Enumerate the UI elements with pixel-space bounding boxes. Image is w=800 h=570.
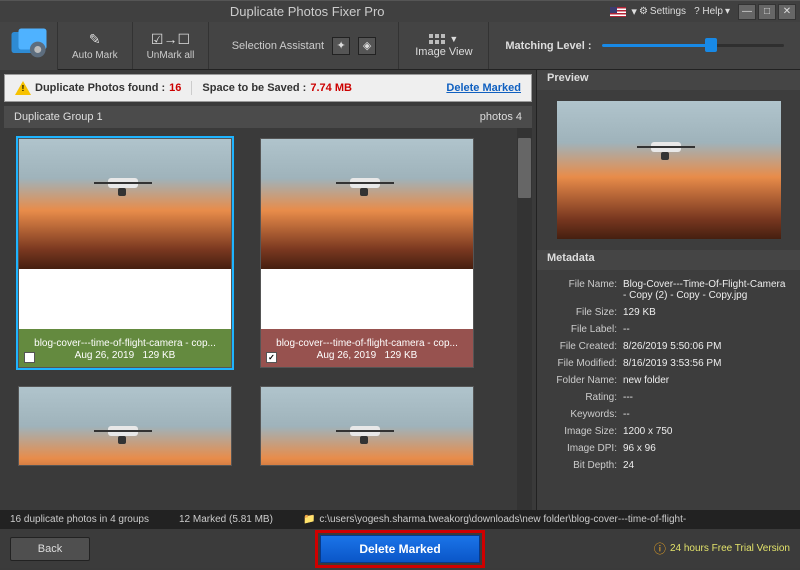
info-icon: ⓘ (654, 540, 666, 557)
photo-card-footer: blog-cover---time-of-flight-camera - cop… (19, 329, 231, 367)
thumbnail-grid: blog-cover---time-of-flight-camera - cop… (0, 128, 536, 510)
meta-row: Bit Depth:24 (547, 457, 790, 474)
warning-icon: ! (15, 81, 31, 95)
photo-thumbnail (261, 387, 473, 466)
selection-assistant-label: Selection Assistant (232, 40, 324, 52)
delete-marked-link[interactable]: Delete Marked (446, 82, 521, 94)
detail-pane: Preview Metadata File Name:Blog-Cover---… (536, 70, 800, 510)
grid-icon (429, 34, 445, 44)
divider (191, 81, 192, 95)
photo-card[interactable]: blog-cover---time-of-flight-camera - cop… (18, 138, 232, 368)
matching-level-group: Matching Level : (489, 22, 800, 69)
photo-checkbox[interactable]: ✓ (266, 352, 277, 363)
group-count: photos 4 (480, 111, 522, 123)
marked-text: 12 Marked (5.81 MB) (179, 514, 273, 525)
unmark-all-button[interactable]: ☑→☐ UnMark all (133, 22, 210, 69)
photo-name: blog-cover---time-of-flight-camera - cop… (34, 338, 216, 349)
summary-text: 16 duplicate photos in 4 groups (10, 514, 149, 525)
bottom-status-bar: 16 duplicate photos in 4 groups 12 Marke… (0, 510, 800, 528)
app-logo-icon (0, 22, 58, 70)
delete-marked-highlight: Delete Marked (315, 530, 485, 568)
folder-icon: 📁 (303, 514, 315, 525)
footer: Back Delete Marked ⓘ 24 hours Free Trial… (0, 528, 800, 568)
meta-row: File Name:Blog-Cover---Time-Of-Flight-Ca… (547, 276, 790, 304)
auto-mark-icon: ✎ (89, 31, 101, 48)
preview-heading: Preview (537, 70, 800, 90)
group-header[interactable]: Duplicate Group 1 photos 4 (4, 106, 532, 128)
scrollbar[interactable] (517, 128, 532, 510)
photo-card[interactable] (260, 386, 474, 466)
meta-row: Folder Name:new folder (547, 372, 790, 389)
auto-mark-label: Auto Mark (72, 50, 118, 61)
selection-assistant-arrow-button[interactable]: ◈ (358, 37, 376, 55)
titlebar-right: ▾ ⚙ Settings ? Help ▾ — □ ✕ (610, 4, 796, 20)
maximize-button[interactable]: □ (758, 4, 776, 20)
matching-level-label: Matching Level : (505, 40, 591, 52)
app-title: Duplicate Photos Fixer Pro (4, 4, 610, 19)
delete-marked-button[interactable]: Delete Marked (320, 535, 480, 563)
back-button[interactable]: Back (10, 537, 90, 561)
preview-box (537, 90, 800, 250)
photo-card-footer: blog-cover---time-of-flight-camera - cop… (261, 329, 473, 367)
titlebar: Duplicate Photos Fixer Pro ▾ ⚙ Settings … (0, 0, 800, 22)
meta-row: Keywords:-- (547, 406, 790, 423)
unmark-all-label: UnMark all (147, 50, 195, 61)
metadata-table: File Name:Blog-Cover---Time-Of-Flight-Ca… (537, 270, 800, 510)
found-label: Duplicate Photos found : (35, 82, 165, 94)
preview-image (557, 101, 781, 239)
chevron-down-icon: ▼ (449, 34, 458, 44)
status-strip: ! Duplicate Photos found : 16 Space to b… (4, 74, 532, 102)
results-pane: ! Duplicate Photos found : 16 Space to b… (0, 70, 536, 510)
main: ! Duplicate Photos found : 16 Space to b… (0, 70, 800, 510)
photo-name: blog-cover---time-of-flight-camera - cop… (276, 338, 458, 349)
photo-thumbnail (19, 139, 231, 269)
close-button[interactable]: ✕ (778, 4, 796, 20)
image-view-label: Image View (415, 46, 472, 58)
space-value: 7.74 MB (310, 82, 352, 94)
group-name: Duplicate Group 1 (14, 111, 103, 123)
photo-checkbox[interactable] (24, 352, 35, 363)
meta-row: Image Size:1200 x 750 (547, 423, 790, 440)
auto-mark-button[interactable]: ✎ Auto Mark (58, 22, 133, 69)
photo-card[interactable] (18, 386, 232, 466)
photo-card[interactable]: blog-cover---time-of-flight-camera - cop… (260, 138, 474, 368)
meta-row: Rating:--- (547, 389, 790, 406)
meta-row: File Size:129 KB (547, 304, 790, 321)
metadata-heading: Metadata (537, 250, 800, 270)
unmark-all-icon: ☑→☐ (151, 31, 190, 48)
meta-row: File Created:8/26/2019 5:50:06 PM (547, 338, 790, 355)
meta-row: File Label:-- (547, 321, 790, 338)
scrollbar-thumb[interactable] (518, 138, 531, 198)
settings-link[interactable]: ⚙ Settings (639, 6, 686, 17)
lang-dropdown[interactable]: ▾ (631, 5, 637, 18)
trial-notice: ⓘ 24 hours Free Trial Version (654, 540, 790, 557)
space-label: Space to be Saved : (202, 82, 306, 94)
photo-thumbnail (261, 139, 473, 269)
meta-row: File Modified:8/16/2019 3:53:56 PM (547, 355, 790, 372)
toolbar: ✎ Auto Mark ☑→☐ UnMark all Selection Ass… (0, 22, 800, 70)
minimize-button[interactable]: — (738, 4, 756, 20)
photo-thumbnail (19, 387, 231, 466)
image-view-button[interactable]: ▼ Image View (399, 22, 489, 69)
photo-date-size: Aug 26, 2019 129 KB (75, 350, 176, 361)
flag-icon[interactable] (610, 7, 626, 17)
matching-level-slider[interactable] (602, 44, 784, 47)
selection-assistant-group: Selection Assistant ✦ ◈ (209, 22, 399, 69)
path-text: 📁 c:\users\yogesh.sharma.tweakorg\downlo… (303, 514, 790, 525)
found-count: 16 (169, 82, 181, 94)
meta-row: Image DPI:96 x 96 (547, 440, 790, 457)
selection-assistant-wand-button[interactable]: ✦ (332, 37, 350, 55)
photo-date-size: Aug 26, 2019 129 KB (317, 350, 418, 361)
help-link[interactable]: ? Help ▾ (694, 6, 730, 17)
